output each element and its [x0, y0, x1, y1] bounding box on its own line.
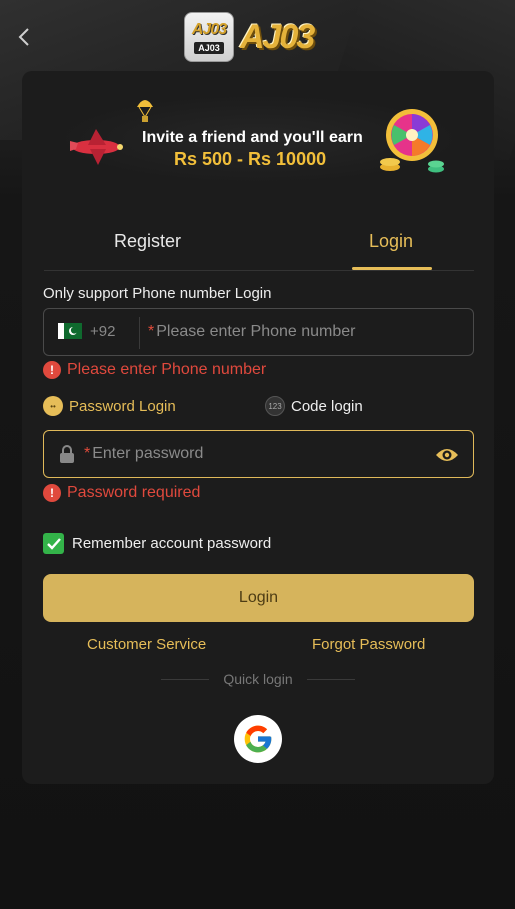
code-123-icon: 123: [265, 396, 285, 416]
active-tab-indicator: [352, 267, 432, 270]
country-code[interactable]: +92: [90, 323, 115, 340]
error-icon: !: [43, 484, 61, 502]
logo-tile-text: AJ03: [191, 20, 227, 38]
lock-icon: [60, 445, 74, 463]
banner-reward: Rs 500 - Rs 10000: [174, 149, 327, 169]
divider-line: [161, 678, 210, 680]
airplane-icon: [70, 129, 123, 165]
quick-login-divider: Quick login: [158, 671, 358, 687]
logo-tile: AJ03 AJ03: [184, 12, 234, 62]
quick-login-label: Quick login: [223, 671, 293, 687]
remember-password[interactable]: Remember account password: [43, 533, 271, 554]
auth-tabs: Register Login: [44, 217, 474, 271]
logo-tile-subtext: AJ03: [194, 41, 224, 54]
back-button[interactable]: [10, 22, 38, 52]
banner-headline: Invite a friend and you'll earn: [142, 129, 363, 146]
password-error: ! Password required: [43, 484, 200, 502]
phone-error-text: Please enter Phone number: [67, 361, 267, 378]
app-logo: AJ03 AJ03 AJ03: [184, 12, 315, 62]
parachute-icon: [137, 100, 153, 122]
password-input[interactable]: * Enter password: [84, 445, 203, 463]
divider-line: [306, 678, 355, 680]
phone-error: ! Please enter Phone number: [43, 361, 266, 379]
invite-banner[interactable]: Invite a friend and you'll earn Rs 500 -…: [66, 97, 452, 181]
password-error-text: Password required: [67, 484, 201, 501]
code-login-label: Code login: [291, 397, 363, 415]
phone-only-note: Only support Phone number Login: [43, 285, 272, 302]
phone-input[interactable]: * Please enter Phone number: [148, 323, 355, 341]
password-login-option[interactable]: •• Password Login: [43, 396, 176, 416]
password-field[interactable]: * Enter password: [43, 430, 474, 478]
logo-wordmark: AJ03: [240, 17, 315, 56]
google-login-button[interactable]: [234, 715, 282, 763]
remember-label: Remember account password: [72, 535, 272, 552]
login-button[interactable]: Login: [43, 574, 474, 622]
password-dots-icon: ••: [43, 396, 63, 416]
tab-login[interactable]: Login: [369, 231, 413, 271]
checkbox-checked-icon[interactable]: [43, 533, 64, 554]
password-login-label: Password Login: [69, 397, 176, 415]
phone-field[interactable]: +92 * Please enter Phone number: [43, 308, 474, 356]
eye-icon[interactable]: [435, 444, 459, 466]
pakistan-flag-icon[interactable]: [58, 323, 82, 339]
error-icon: !: [43, 361, 61, 379]
forgot-password-link[interactable]: Forgot Password: [312, 636, 425, 653]
login-page: AJ03 AJ03 AJ03 Invite a friend and you'l…: [0, 0, 515, 909]
customer-service-link[interactable]: Customer Service: [87, 636, 206, 653]
code-login-option[interactable]: 123 Code login: [265, 396, 363, 416]
tab-register[interactable]: Register: [114, 231, 181, 271]
prize-wheel-icon: [380, 109, 444, 173]
chevron-left-icon: [18, 28, 29, 46]
google-icon: [244, 725, 272, 753]
field-divider: [139, 317, 140, 349]
login-card: Invite a friend and you'll earn Rs 500 -…: [22, 71, 494, 784]
